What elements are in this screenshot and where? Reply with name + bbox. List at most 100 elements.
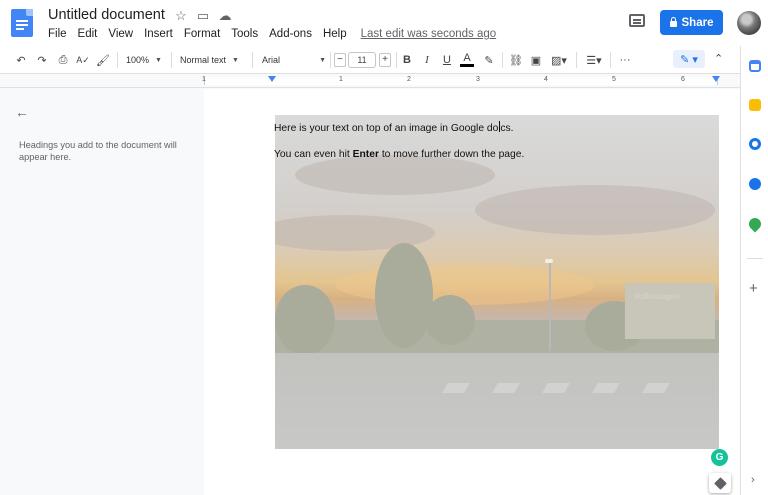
menu-format[interactable]: Format [184, 28, 220, 40]
divider [747, 258, 763, 259]
tasks-icon[interactable] [749, 138, 761, 150]
text-color-icon[interactable]: A [460, 52, 474, 67]
lock-icon [669, 16, 677, 27]
background-photo[interactable]: Volkswagen [275, 115, 719, 449]
chevron-down-icon: ▼ [232, 56, 239, 64]
ruler-number: 5 [612, 76, 616, 83]
divider [117, 52, 118, 68]
divider [610, 52, 611, 68]
app-header: Untitled document ☆ ▭ ☁ File Edit View I… [0, 0, 768, 46]
calendar-icon[interactable] [749, 60, 761, 72]
cloud-shape [295, 155, 495, 195]
redo-icon[interactable]: ↷ [35, 52, 49, 68]
ruler-number: 6 [681, 76, 685, 83]
share-label: Share [681, 16, 714, 29]
ruler-track[interactable] [204, 77, 718, 85]
menu-help[interactable]: Help [323, 28, 347, 40]
document-page[interactable]: Volkswagen Here is your text on top of a… [204, 89, 740, 495]
divider [171, 52, 172, 68]
menu-view[interactable]: View [108, 28, 133, 40]
print-icon[interactable]: ⎙ [56, 52, 70, 68]
comment-history-icon[interactable] [629, 14, 645, 27]
share-button[interactable]: Share [660, 10, 723, 35]
style-select[interactable]: Normal text ▼ [180, 52, 239, 68]
bold-icon[interactable]: B [401, 52, 413, 68]
maps-icon[interactable] [746, 215, 764, 233]
cloud-saved-icon[interactable]: ☁ [218, 8, 232, 24]
ruler: 1 1 2 3 4 5 6 [0, 74, 740, 88]
document-title[interactable]: Untitled document [48, 7, 165, 23]
chevron-down-icon: ▼ [155, 56, 162, 64]
highlight-icon[interactable]: ✎ [482, 52, 496, 68]
toolbar: ↶ ↷ ⎙ A✓ 🖌 100% ▼ Normal text ▼ Arial ▼ − 1… [0, 46, 740, 74]
show-side-panel-icon[interactable]: › [751, 474, 755, 486]
menu-bar: File Edit View Insert Format Tools Add-o… [48, 28, 496, 40]
insert-image-icon[interactable]: ▨▾ [548, 52, 570, 68]
zoom-select[interactable]: 100% ▼ [126, 52, 162, 68]
divider [252, 52, 253, 68]
menu-edit[interactable]: Edit [78, 28, 98, 40]
font-value: Arial [262, 55, 281, 65]
tree-shape [375, 243, 433, 348]
move-to-folder-icon[interactable]: ▭ [196, 8, 210, 24]
chevron-down-icon: ▼ [319, 56, 326, 64]
increase-font-size-button[interactable]: + [379, 53, 391, 67]
title-icons: ☆ ▭ ☁ [174, 8, 232, 24]
ruler-number: 4 [544, 76, 548, 83]
left-indent-marker[interactable] [268, 76, 276, 82]
ruler-number: 1 [202, 76, 206, 83]
divider [576, 52, 577, 68]
google-docs-window: Untitled document ☆ ▭ ☁ File Edit View I… [0, 0, 768, 495]
avatar[interactable] [737, 11, 761, 35]
bold-text-run: Enter [352, 149, 379, 160]
text-run: cs. [500, 123, 514, 134]
link-icon[interactable]: ⛓ [509, 52, 523, 68]
menu-tools[interactable]: Tools [231, 28, 258, 40]
decrease-font-size-button[interactable]: − [334, 53, 346, 67]
document-canvas: Volkswagen Here is your text on top of a… [204, 89, 740, 495]
contacts-icon[interactable] [749, 178, 761, 190]
docs-logo-icon[interactable] [11, 9, 33, 37]
road [275, 353, 719, 449]
font-select[interactable]: Arial ▼ [262, 52, 326, 68]
paint-format-icon[interactable]: 🖌 [96, 52, 110, 68]
more-options-icon[interactable]: ··· [617, 52, 633, 68]
text-run: Here is your text on top of an image in … [274, 123, 499, 134]
underline-icon[interactable]: U [441, 52, 453, 68]
back-arrow-icon[interactable]: ← [15, 104, 29, 120]
menu-insert[interactable]: Insert [144, 28, 173, 40]
ruler-number: 1 [339, 76, 343, 83]
zoom-value: 100% [126, 55, 150, 65]
menu-file[interactable]: File [48, 28, 67, 40]
divider [330, 52, 331, 68]
text-run: You can even hit [274, 149, 353, 160]
outline-hint: Headings you add to the document will ap… [19, 140, 177, 162]
divider [396, 52, 397, 68]
italic-icon[interactable]: I [421, 52, 433, 68]
cloud-shape [475, 185, 715, 235]
document-line-1[interactable]: Here is your text on top of an image in … [274, 121, 514, 134]
keep-icon[interactable] [749, 99, 761, 111]
star-icon[interactable]: ☆ [174, 8, 188, 24]
align-icon[interactable]: ☰▾ [583, 52, 605, 68]
right-indent-marker[interactable] [712, 76, 720, 82]
explore-button[interactable] [709, 473, 731, 493]
last-edit-link[interactable]: Last edit was seconds ago [361, 28, 497, 40]
spellcheck-icon[interactable]: A✓ [76, 52, 90, 68]
image-watermark: Volkswagen [634, 292, 680, 301]
text-run: to move further down the page. [378, 149, 525, 160]
menu-addons[interactable]: Add-ons [269, 28, 312, 40]
tree-shape [275, 285, 335, 355]
pencil-icon: ✎ ▾ [680, 53, 698, 66]
editing-mode-button[interactable]: ✎ ▾ [673, 50, 705, 68]
get-addons-icon[interactable]: + [749, 280, 758, 297]
street-lamp-head [545, 259, 553, 263]
undo-icon[interactable]: ↶ [14, 52, 28, 68]
divider [502, 52, 503, 68]
collapse-menus-icon[interactable]: ⌃ [714, 52, 723, 65]
document-line-2[interactable]: You can even hit Enter to move further d… [274, 149, 524, 160]
explore-icon [713, 476, 727, 490]
grammarly-icon[interactable]: G [711, 449, 728, 466]
add-comment-icon[interactable]: ▣ [529, 52, 543, 68]
font-size-input[interactable]: 11 [348, 52, 376, 68]
